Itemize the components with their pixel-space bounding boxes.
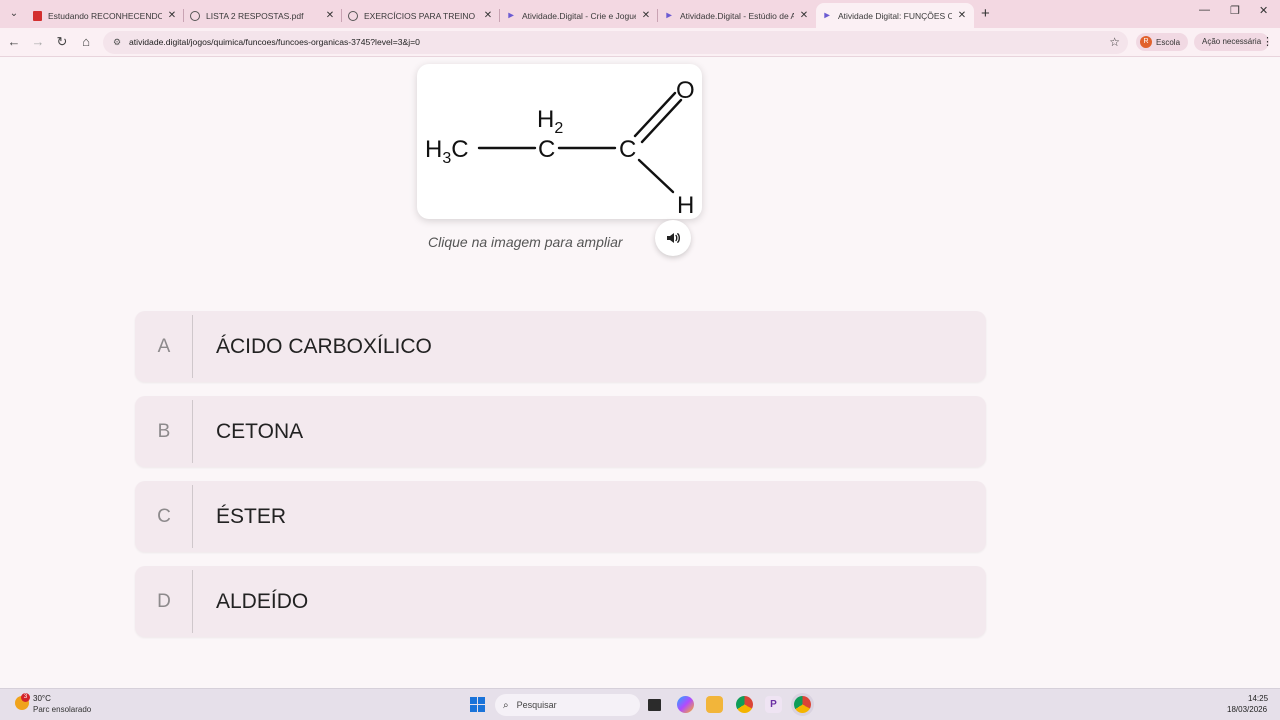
option-divider bbox=[192, 315, 193, 378]
carbonyl-carbon-label: C bbox=[619, 136, 636, 163]
close-icon[interactable]: ✕ bbox=[482, 10, 494, 22]
url-text[interactable]: atividade.digital/jogos/quimica/funcoes/… bbox=[129, 37, 420, 47]
option-letter: D bbox=[157, 591, 171, 612]
option-text: ALDEÍDO bbox=[216, 590, 309, 613]
weather-badge: 3 bbox=[21, 693, 30, 702]
bond-lines bbox=[477, 91, 683, 194]
tab-title: Atividade.Digital - Estúdio de A bbox=[680, 10, 794, 21]
new-tab-button[interactable]: + bbox=[981, 5, 990, 22]
task-view-icon[interactable] bbox=[648, 699, 661, 711]
option-b[interactable]: B CETONA bbox=[135, 396, 986, 467]
restore-icon[interactable]: ❐ bbox=[1230, 4, 1240, 17]
tab-title: Estudando RECONHECENDO A bbox=[48, 10, 162, 21]
tab-estudando[interactable]: Estudando RECONHECENDO A ✕ bbox=[26, 3, 184, 28]
answer-options: A ÁCIDO CARBOXÍLICO B CETONA C ÉSTER D A… bbox=[135, 311, 986, 651]
option-text: ÁCIDO CARBOXÍLICO bbox=[216, 335, 432, 358]
h2-label: H2 bbox=[537, 106, 563, 137]
option-c[interactable]: C ÉSTER bbox=[135, 481, 986, 552]
globe-icon bbox=[348, 10, 358, 21]
h3c-label: H3C bbox=[425, 136, 469, 167]
atividade-icon: ▸ bbox=[666, 10, 672, 21]
home-icon[interactable]: ⌂ bbox=[78, 34, 94, 50]
hydrogen-label: H bbox=[677, 192, 694, 219]
close-icon[interactable]: ✕ bbox=[166, 10, 178, 22]
atividade-icon: ▸ bbox=[508, 10, 514, 21]
chrome-icon[interactable] bbox=[736, 696, 753, 713]
p-app-icon[interactable]: P bbox=[765, 696, 782, 713]
option-d[interactable]: D ALDEÍDO bbox=[135, 566, 986, 637]
tab-atividade-estudio[interactable]: ▸ Atividade.Digital - Estúdio de A ✕ bbox=[658, 3, 816, 28]
tab-title: EXERCÍCIOS PARA TREINO 2.pd bbox=[364, 10, 478, 21]
minimize-icon[interactable]: — bbox=[1199, 4, 1210, 16]
page-content: H3C H2 C C O H Clique na imagem para amp… bbox=[0, 58, 1280, 688]
speaker-icon bbox=[667, 233, 680, 243]
tab-exercicios[interactable]: EXERCÍCIOS PARA TREINO 2.pd ✕ bbox=[342, 3, 500, 28]
close-icon[interactable]: ✕ bbox=[324, 10, 336, 22]
search-placeholder: Pesquisar bbox=[516, 700, 557, 710]
weather-desc[interactable]: Parc ensolarado bbox=[33, 705, 91, 714]
pdf-icon bbox=[32, 10, 42, 21]
tab-title: Atividade Digital: FUNÇÕES OR bbox=[838, 10, 952, 21]
tab-title: LISTA 2 RESPOSTAS.pdf bbox=[206, 10, 304, 21]
option-divider bbox=[192, 570, 193, 633]
close-icon[interactable]: ✕ bbox=[798, 10, 810, 22]
close-icon[interactable]: ✕ bbox=[956, 10, 968, 22]
option-letter: B bbox=[157, 421, 171, 442]
weather-temp[interactable]: 30°C bbox=[33, 694, 51, 703]
menu-kebab-icon[interactable]: ⋮ bbox=[1262, 35, 1273, 48]
tab-title: Atividade.Digital - Crie e Jogue bbox=[522, 10, 636, 21]
windows-taskbar: 3 30°C Parc ensolarado ⌕ Pesquisar P 14:… bbox=[0, 688, 1280, 720]
tab-search-chevron-icon[interactable]: ⌄ bbox=[6, 6, 22, 22]
bond-c-h bbox=[637, 158, 675, 194]
tab-atividade-crie[interactable]: ▸ Atividade.Digital - Crie e Jogue ✕ bbox=[500, 3, 658, 28]
option-divider bbox=[192, 485, 193, 548]
profile-label: Escola bbox=[1156, 37, 1181, 47]
browser-toolbar: ← → ↻ ⌂ ⚙ atividade.digital/jogos/quimic… bbox=[0, 28, 1280, 57]
clock-time[interactable]: 14:25 bbox=[1248, 694, 1268, 703]
molecule-image[interactable]: H3C H2 C C O H bbox=[417, 64, 702, 219]
back-icon[interactable]: ← bbox=[6, 34, 22, 50]
oxygen-label: O bbox=[676, 77, 695, 104]
option-letter: C bbox=[157, 506, 171, 527]
audio-button[interactable] bbox=[655, 220, 691, 256]
taskbar-search[interactable]: ⌕ Pesquisar bbox=[495, 694, 640, 716]
option-divider bbox=[192, 400, 193, 463]
action-required-button[interactable]: Ação necessária bbox=[1194, 33, 1270, 51]
chrome-active-icon[interactable] bbox=[794, 696, 811, 713]
file-explorer-icon[interactable] bbox=[706, 696, 723, 713]
tab-list: Estudando RECONHECENDO A ✕ LISTA 2 RESPO… bbox=[26, 3, 974, 28]
close-icon[interactable]: ✕ bbox=[640, 10, 652, 22]
copilot-icon[interactable] bbox=[677, 696, 694, 713]
address-bar[interactable]: ⚙ atividade.digital/jogos/quimica/funcoe… bbox=[103, 31, 1128, 54]
site-info-icon[interactable]: ⚙ bbox=[111, 36, 123, 48]
ch2-carbon-label: C bbox=[538, 136, 555, 163]
avatar: R bbox=[1140, 36, 1152, 48]
start-windows-icon[interactable] bbox=[470, 697, 485, 712]
option-a[interactable]: A ÁCIDO CARBOXÍLICO bbox=[135, 311, 986, 382]
bookmark-star-icon[interactable]: ☆ bbox=[1109, 35, 1120, 49]
reload-icon[interactable]: ↻ bbox=[54, 34, 70, 50]
window-close-icon[interactable]: ✕ bbox=[1259, 4, 1268, 17]
profile-button[interactable]: R Escola bbox=[1136, 33, 1189, 51]
image-caption: Clique na imagem para ampliar bbox=[428, 234, 623, 250]
browser-tabstrip: ⌄ Estudando RECONHECENDO A ✕ LISTA 2 RES… bbox=[0, 0, 1280, 28]
propanal-structure: H3C H2 C C O H bbox=[425, 77, 695, 219]
forward-icon[interactable]: → bbox=[30, 34, 46, 50]
clock-date[interactable]: 18/03/2026 bbox=[1227, 705, 1267, 714]
globe-icon bbox=[190, 10, 200, 21]
tab-lista-2-respostas[interactable]: LISTA 2 RESPOSTAS.pdf ✕ bbox=[184, 3, 342, 28]
option-letter: A bbox=[157, 336, 171, 357]
tab-atividade-funcoes[interactable]: ▸ Atividade Digital: FUNÇÕES OR ✕ bbox=[816, 3, 974, 28]
option-text: ÉSTER bbox=[216, 505, 287, 528]
option-text: CETONA bbox=[216, 420, 304, 443]
search-icon: ⌕ bbox=[503, 699, 509, 711]
atividade-icon: ▸ bbox=[824, 10, 830, 21]
